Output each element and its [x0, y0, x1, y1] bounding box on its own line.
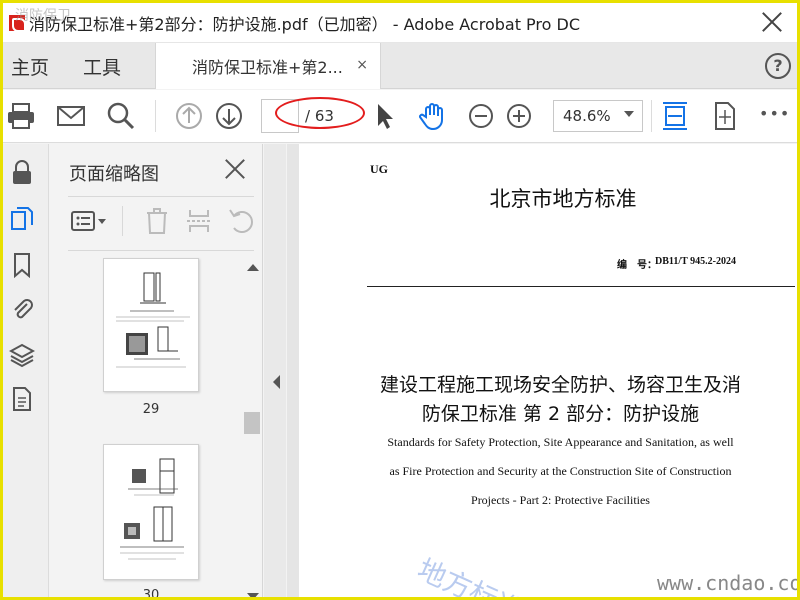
lock-icon[interactable] — [9, 160, 35, 186]
document-prefix: UG — [370, 162, 388, 176]
panel-title: 页面缩略图 — [69, 164, 159, 185]
document-code-label: 编 号： — [617, 260, 657, 271]
app-window: 消防保卫标准+第2部分：防护设施.pdf（已加密） - Adobe Acroba… — [0, 0, 800, 600]
panel-collapse-strip[interactable] — [264, 144, 286, 597]
menu-tools[interactable]: 工具 — [83, 53, 121, 80]
zoom-level-select[interactable]: 48.6% — [553, 100, 643, 132]
page-thumbnails-icon[interactable] — [9, 206, 35, 232]
toolbar-divider — [651, 100, 652, 132]
panel-divider — [68, 196, 254, 197]
scroll-down-icon[interactable] — [247, 593, 259, 597]
rotate-page-icon[interactable] — [226, 206, 256, 236]
document-english-title-line2: as Fire Protection and Security at the C… — [389, 464, 732, 478]
tab-bar: 主页 工具 消防保卫标准+第2... × ? — [3, 43, 797, 89]
toolbar: / 63 48.6% ••• — [3, 90, 797, 143]
panel-divider — [68, 250, 254, 251]
email-icon[interactable] — [55, 100, 87, 132]
thumbnail-page-number: 30 — [142, 588, 160, 600]
thumbnail-page-30[interactable] — [103, 444, 199, 580]
search-icon[interactable] — [105, 100, 137, 132]
hand-tool-icon[interactable] — [417, 100, 449, 132]
chevron-down-icon — [624, 111, 634, 117]
left-tools-column — [3, 144, 49, 597]
document-tab[interactable]: 消防保卫标准+第2... × — [155, 43, 381, 89]
document-title-line1: 建设工程施工现场安全防护、场容卫生及消 — [379, 374, 741, 396]
thumbnail-page-29[interactable] — [103, 258, 199, 392]
panel-tool-divider — [122, 206, 123, 236]
zoom-out-icon[interactable] — [465, 100, 497, 132]
window-title: 消防保卫标准+第2部分：防护设施.pdf（已加密） - Adobe Acroba… — [29, 14, 581, 34]
thumbnail-panel: 页面缩略图 29 30 — [50, 144, 263, 600]
document-tab-label: 消防保卫标准+第2... — [192, 58, 343, 77]
corner-watermark: 消防保卫 — [15, 8, 71, 24]
bookmark-icon[interactable] — [9, 252, 35, 278]
help-icon[interactable]: ? — [765, 53, 791, 79]
document-standard-type: 北京市地方标准 — [489, 187, 637, 211]
previous-page-icon[interactable] — [173, 100, 205, 132]
url-watermark: www.cndao.com — [657, 571, 800, 595]
zoom-level-value: 48.6% — [563, 107, 611, 125]
page-30-preview — [120, 458, 184, 560]
more-options-icon[interactable]: ••• — [759, 104, 790, 123]
panel-close-icon[interactable] — [224, 158, 246, 180]
scrollbar-thumb[interactable] — [244, 412, 260, 434]
attachment-icon[interactable] — [9, 296, 35, 322]
fit-page-icon[interactable] — [709, 100, 741, 132]
document-rule — [367, 286, 795, 287]
select-cursor-icon[interactable] — [369, 100, 401, 132]
page-29-preview — [116, 272, 190, 368]
window-close-icon[interactable] — [761, 11, 783, 33]
tab-close-icon[interactable]: × — [356, 57, 368, 73]
scroll-up-icon[interactable] — [247, 264, 259, 271]
layers-icon[interactable] — [9, 342, 35, 368]
annotation-circle — [275, 97, 365, 129]
title-bar: 消防保卫标准+第2部分：防护设施.pdf（已加密） - Adobe Acroba… — [3, 3, 797, 43]
toolbar-divider — [155, 100, 156, 132]
fit-width-icon[interactable] — [659, 100, 691, 132]
insert-page-icon[interactable] — [184, 206, 214, 236]
menu-home[interactable]: 主页 — [11, 53, 49, 80]
document-english-title-line3: Projects - Part 2: Protective Facilities — [471, 493, 650, 507]
thumbnail-page-number: 29 — [142, 402, 160, 417]
document-title-line2: 防保卫标准 第 2 部分：防护设施 — [421, 403, 700, 425]
collapse-panel-icon[interactable] — [273, 375, 280, 389]
thumbnail-options-icon[interactable] — [70, 206, 110, 236]
document-english-title-line1: Standards for Safety Protection, Site Ap… — [387, 435, 734, 449]
document-properties-icon[interactable] — [9, 386, 35, 412]
delete-page-icon[interactable] — [142, 206, 172, 236]
document-title: 建设工程施工现场安全防护、场容卫生及消 防保卫标准 第 2 部分：防护设施 — [348, 371, 773, 429]
zoom-in-icon[interactable] — [503, 100, 535, 132]
print-icon[interactable] — [5, 100, 37, 132]
document-code: DB11/T 945.2-2024 — [655, 256, 736, 267]
next-page-icon[interactable] — [213, 100, 245, 132]
